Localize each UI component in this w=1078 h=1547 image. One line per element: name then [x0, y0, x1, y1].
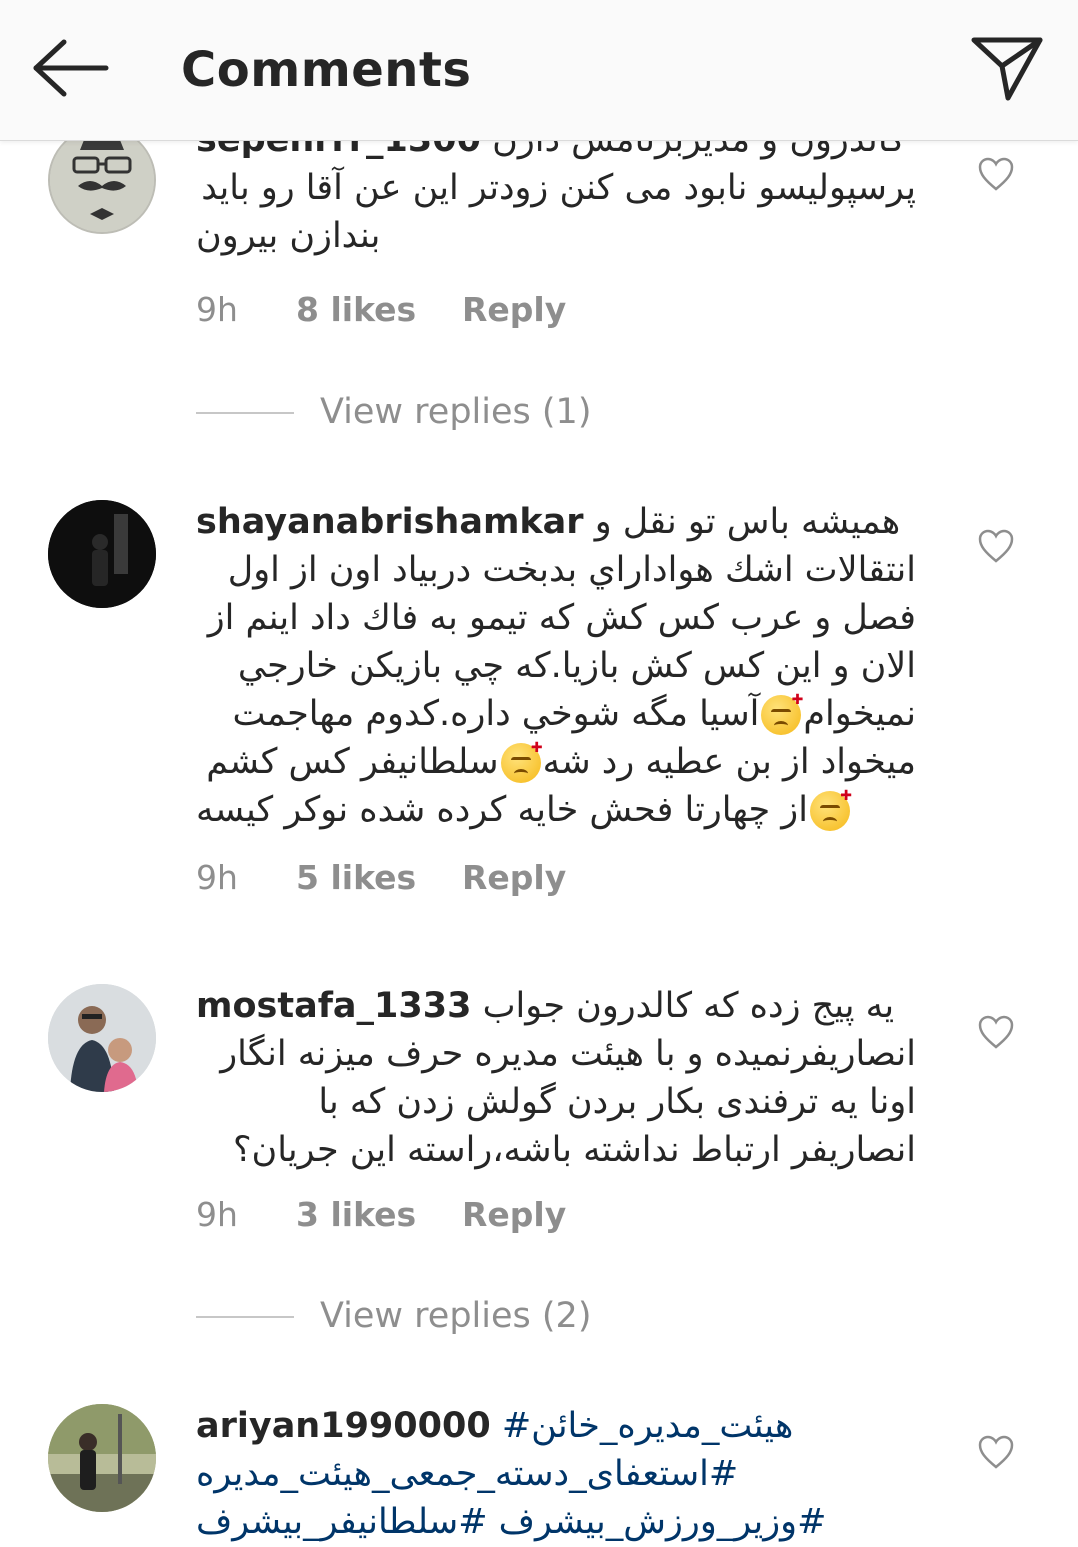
view-replies-button[interactable]: View replies (2)	[196, 1296, 591, 1336]
comment-line: انصاریفر ارتباط نداشته باشه،راسته این جر…	[232, 1130, 916, 1170]
comment-line-part: آسيا مگه شوخي داره.كدوم مهاجمت	[232, 694, 760, 734]
reply-button[interactable]: Reply	[462, 858, 566, 897]
hashtag-link[interactable]: #وزیر_ورزش_بیشرف #سلطانیفر_بیشرف	[196, 1502, 826, 1542]
comment-username[interactable]: mostafa_1333	[196, 986, 471, 1026]
comment-line: کالدرون و مدیربرنامس دارن	[492, 140, 906, 160]
comment-line: پرسپولیسو نابود می کنن زودتر این عن آقا …	[201, 168, 916, 208]
arrow-left-icon	[33, 39, 109, 97]
comment-item: shayanabrishamkar همیشه باس تو نقل و انت…	[0, 498, 1078, 858]
avatar-outdoor-photo	[48, 1404, 156, 1512]
view-replies-button[interactable]: View replies (1)	[196, 392, 591, 432]
comment-line-part: سلطانيفر کس کشم	[206, 742, 499, 782]
comment-time: 9h	[196, 290, 238, 329]
comment-text: shayanabrishamkar همیشه باس تو نقل و انت…	[196, 498, 916, 834]
comment-time: 9h	[196, 858, 238, 897]
comment-meta: 9h 3 likes Reply	[196, 1195, 566, 1234]
angry-face-emoji: ✚	[809, 789, 852, 831]
avatar[interactable]	[48, 140, 156, 234]
comment-line: اونا یه ترفندی بکار بردن گولش زدن که با	[318, 1082, 916, 1122]
angry-face-emoji: ✚	[761, 693, 803, 735]
view-replies-label: View replies (2)	[320, 1296, 592, 1336]
comment-line: بندازن بیرون	[196, 216, 381, 256]
comment-line: یه پیج زده که کالدرون جواب	[482, 986, 895, 1026]
hashtag-link[interactable]: #استعفای_دسته_جمعی_هیئت_مدیره	[196, 1454, 738, 1494]
like-heart-icon[interactable]	[977, 1014, 1015, 1050]
like-heart-icon[interactable]	[977, 156, 1015, 192]
like-heart-icon[interactable]	[977, 1434, 1015, 1470]
comment-username[interactable]: ariyan1990000	[196, 1406, 491, 1446]
comment-username[interactable]: sepehrrr_1300	[196, 140, 481, 160]
paper-plane-icon	[971, 37, 1043, 101]
comment-line-with-emoji: نميخوام ✚ آسيا مگه شوخي داره.كدوم مهاجمت	[196, 690, 916, 738]
comment-line: انصاریفرنمیده و با هیئت مدیره حرف میزنه …	[220, 1034, 916, 1074]
comment-likes[interactable]: 5 likes	[296, 858, 462, 897]
comment-time: 9h	[196, 1195, 238, 1234]
divider-line	[196, 1316, 294, 1318]
avatar-family-photo	[48, 984, 156, 1092]
comment-item: mostafa_1333 یه پیج زده که کالدرون جواب …	[0, 982, 1078, 1202]
angry-face-emoji: ✚	[500, 741, 543, 783]
comment-line-part: نميخوام	[803, 694, 916, 734]
comment-line-part: ميخواد از بن عطيه رد شه	[542, 742, 916, 782]
comment-item: ariyan1990000 #هیئت_مدیره_خائن #استعفای_…	[0, 1402, 1078, 1547]
avatar-mustache-illustration	[50, 140, 154, 232]
comment-line: فصل و عرب کس کش که تیمو به فاك داد اینم …	[207, 598, 916, 638]
comment-line: همیشه باس تو نقل و	[594, 502, 901, 542]
comment-text: sepehrrr_1300 کالدرون و مدیربرنامس دارن …	[196, 140, 916, 260]
hashtag-link[interactable]: #هیئت_مدیره_خائن	[502, 1406, 793, 1446]
comment-likes[interactable]: 8 likes	[296, 290, 462, 329]
comment-text: mostafa_1333 یه پیج زده که کالدرون جواب …	[196, 982, 916, 1174]
avatar[interactable]	[48, 984, 156, 1092]
comment-line-part: از چهارتا فحش خايه كرده شده نوكر كيسه	[196, 790, 808, 830]
comment-line-with-emoji: ميخواد از بن عطيه رد شه ✚ سلطانيفر کس کشم	[196, 738, 916, 786]
comment-likes[interactable]: 3 likes	[296, 1195, 462, 1234]
back-button[interactable]	[30, 38, 110, 98]
like-heart-icon[interactable]	[977, 528, 1015, 564]
share-button[interactable]	[968, 32, 1046, 104]
reply-button[interactable]: Reply	[462, 290, 566, 329]
comment-line: الان و این کس کش بازیا.که چي بازيكن خارج…	[237, 646, 916, 686]
avatar[interactable]	[48, 500, 156, 608]
comment-text: ariyan1990000 #هیئت_مدیره_خائن #استعفای_…	[196, 1402, 916, 1546]
comment-meta: 9h 5 likes Reply	[196, 858, 566, 897]
divider-line	[196, 412, 294, 414]
page-title: Comments	[181, 42, 472, 98]
comment-meta: 9h 8 likes Reply	[196, 290, 566, 329]
comment-line: انتقالات اشك هواداراي بدبخت دربياد اون ا…	[227, 550, 916, 590]
avatar[interactable]	[48, 1404, 156, 1512]
comment-line-with-emoji: ✚ از چهارتا فحش خايه كرده شده نوكر كيسه	[196, 786, 916, 834]
reply-button[interactable]: Reply	[462, 1195, 566, 1234]
top-bar: Comments	[0, 0, 1078, 141]
comments-list: sepehrrr_1300 کالدرون و مدیربرنامس دارن …	[0, 140, 1078, 1547]
avatar-silhouette-photo	[48, 500, 156, 608]
view-replies-label: View replies (1)	[320, 392, 592, 432]
comment-username[interactable]: shayanabrishamkar	[196, 502, 584, 542]
